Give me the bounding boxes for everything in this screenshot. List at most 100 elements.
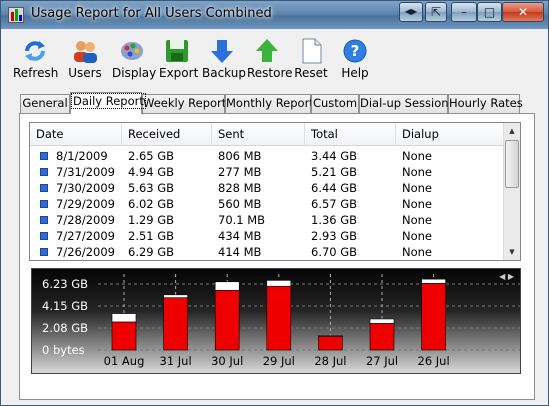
restore-button[interactable]: Restore (247, 37, 293, 80)
table-cell: 434 MB (218, 229, 262, 243)
tab-general[interactable]: General (20, 94, 70, 113)
table-cell: 277 MB (218, 165, 262, 179)
table-cell: 1.36 GB (311, 213, 358, 227)
tab-label: Monthly Report (226, 96, 314, 110)
maximize-button[interactable]: □ (477, 2, 502, 22)
table-cell: 7/30/2009 (56, 181, 115, 195)
x-tick-label: 31 Jul (160, 354, 192, 368)
display-button[interactable]: Display (112, 37, 156, 80)
table-row[interactable]: 7/31/2009 4.94 GB 277 MB 5.21 GB None (30, 164, 504, 180)
bar-received (163, 297, 188, 351)
daily-usage-chart: 0 bytes 2.08 GB 4.15 GB 6.23 GB 01 Aug 31 Jul… (31, 268, 521, 374)
bar-sent (369, 318, 395, 324)
bar-received (214, 290, 240, 351)
restore-window-button[interactable]: ⇱ (425, 2, 447, 22)
x-tick-label: 30 Jul (211, 354, 243, 368)
table-cell: 1.29 GB (128, 213, 175, 227)
vertical-scrollbar[interactable]: ▲ ▼ (503, 123, 520, 260)
help-icon: ? (343, 39, 367, 63)
row-square-icon (40, 184, 48, 192)
column-header-dialup[interactable]: Dialup (396, 123, 504, 146)
table-cell: None (402, 213, 433, 227)
table-cell: None (402, 229, 433, 243)
column-header-received[interactable]: Received (122, 123, 212, 146)
column-header-total[interactable]: Total (305, 123, 396, 146)
scroll-thumb[interactable] (505, 140, 519, 188)
x-tick-label: 26 Jul (418, 354, 450, 368)
bar-received (369, 323, 395, 351)
table-row[interactable]: 7/26/2009 6.29 GB 414 MB 6.70 GB None (30, 244, 504, 260)
tab-daily-report[interactable]: Daily Report (70, 92, 146, 114)
table-cell: None (402, 197, 433, 211)
bar-received (421, 283, 446, 351)
table-cell: 6.70 GB (311, 245, 358, 259)
table-cell: 8/1/2009 (56, 149, 108, 163)
tab-dial-up-sessions[interactable]: Dial-up Sessions (359, 94, 455, 113)
bar-sent (421, 278, 446, 284)
nav-arrows-button[interactable]: ◀▶ (399, 2, 423, 22)
tab-monthly-report[interactable]: Monthly Report (225, 94, 314, 113)
chart-nav-arrows-icon[interactable]: ◀ ▶ (499, 272, 514, 281)
table-cell: 5.21 GB (311, 165, 358, 179)
column-header-sent[interactable]: Sent (212, 123, 305, 146)
y-tick-label: 2.08 GB (42, 321, 88, 335)
chart-svg: 0 bytes 2.08 GB 4.15 GB 6.23 GB 01 Aug 31 Jul… (42, 274, 520, 368)
app-bar-chart-icon (8, 7, 24, 23)
table-row[interactable]: 8/1/2009 2.65 GB 806 MB 3.44 GB None (30, 148, 504, 164)
tab-hourly-rates[interactable]: Hourly Rates (448, 94, 523, 113)
table-cell: 806 MB (218, 149, 262, 163)
row-square-icon (40, 216, 48, 224)
table-cell: 6.57 GB (311, 197, 358, 211)
reset-label: Reset (294, 66, 328, 80)
x-tick-label: 27 Jul (366, 354, 398, 368)
reset-button[interactable]: Reset (294, 37, 328, 80)
table-cell: 828 MB (218, 181, 262, 195)
row-square-icon (40, 168, 48, 176)
daily-report-table[interactable]: Date Received Sent Total Dialup 8/1/2009… (29, 122, 521, 261)
backup-button[interactable]: Backup (202, 37, 246, 80)
close-button[interactable]: ✕ (502, 2, 544, 22)
help-button[interactable]: ? Help (339, 37, 371, 80)
x-tick-label: 01 Aug (104, 354, 145, 368)
tab-weekly-report[interactable]: Weekly Report (142, 94, 226, 113)
table-cell: None (402, 181, 433, 195)
table-cell: 2.51 GB (128, 229, 175, 243)
title-bar[interactable]: Usage Report for All Users Combined ◀▶ ⇱… (1, 1, 548, 29)
arrow-up-icon (256, 39, 278, 62)
tab-label: Hourly Rates (449, 96, 523, 110)
users-button[interactable]: Users (65, 37, 105, 80)
table-cell: 3.44 GB (311, 149, 358, 163)
table-cell: 4.94 GB (128, 165, 175, 179)
y-tick-label: 6.23 GB (42, 277, 88, 291)
row-square-icon (40, 232, 48, 240)
table-row[interactable]: 7/29/2009 6.02 GB 560 MB 6.57 GB None (30, 196, 504, 212)
table-header: Date Received Sent Total Dialup (30, 123, 504, 146)
bar-sent (318, 335, 343, 337)
table-cell: 7/28/2009 (56, 213, 115, 227)
refresh-button[interactable]: Refresh (13, 37, 59, 80)
bar-received (266, 285, 292, 351)
table-row[interactable]: 7/30/2009 5.63 GB 828 MB 6.44 GB None (30, 180, 504, 196)
tab-custom[interactable]: Custom (311, 94, 359, 113)
table-cell: 2.65 GB (128, 149, 175, 163)
scroll-up-arrow[interactable]: ▲ (504, 123, 520, 139)
users-icon (74, 41, 97, 63)
scroll-down-arrow[interactable]: ▼ (504, 244, 520, 260)
blank-page-icon (302, 38, 322, 64)
table-row[interactable]: 7/28/2009 1.29 GB 70.1 MB 1.36 GB None (30, 212, 504, 228)
arrow-down-icon (211, 40, 233, 63)
bar-received (111, 321, 137, 351)
bar-received (318, 336, 343, 351)
x-tick-label: 29 Jul (263, 354, 295, 368)
export-button[interactable]: Export (159, 37, 198, 80)
row-square-icon (40, 200, 48, 208)
column-header-date[interactable]: Date (30, 123, 122, 146)
minimize-button[interactable]: – (451, 2, 477, 22)
refresh-label: Refresh (13, 66, 59, 80)
table-cell: None (402, 149, 433, 163)
bar-sent (111, 313, 137, 323)
refresh-icon (25, 41, 45, 61)
tab-label: Daily Report (71, 93, 146, 109)
row-square-icon (40, 152, 48, 160)
table-row[interactable]: 7/27/2009 2.51 GB 434 MB 2.93 GB None (30, 228, 504, 244)
